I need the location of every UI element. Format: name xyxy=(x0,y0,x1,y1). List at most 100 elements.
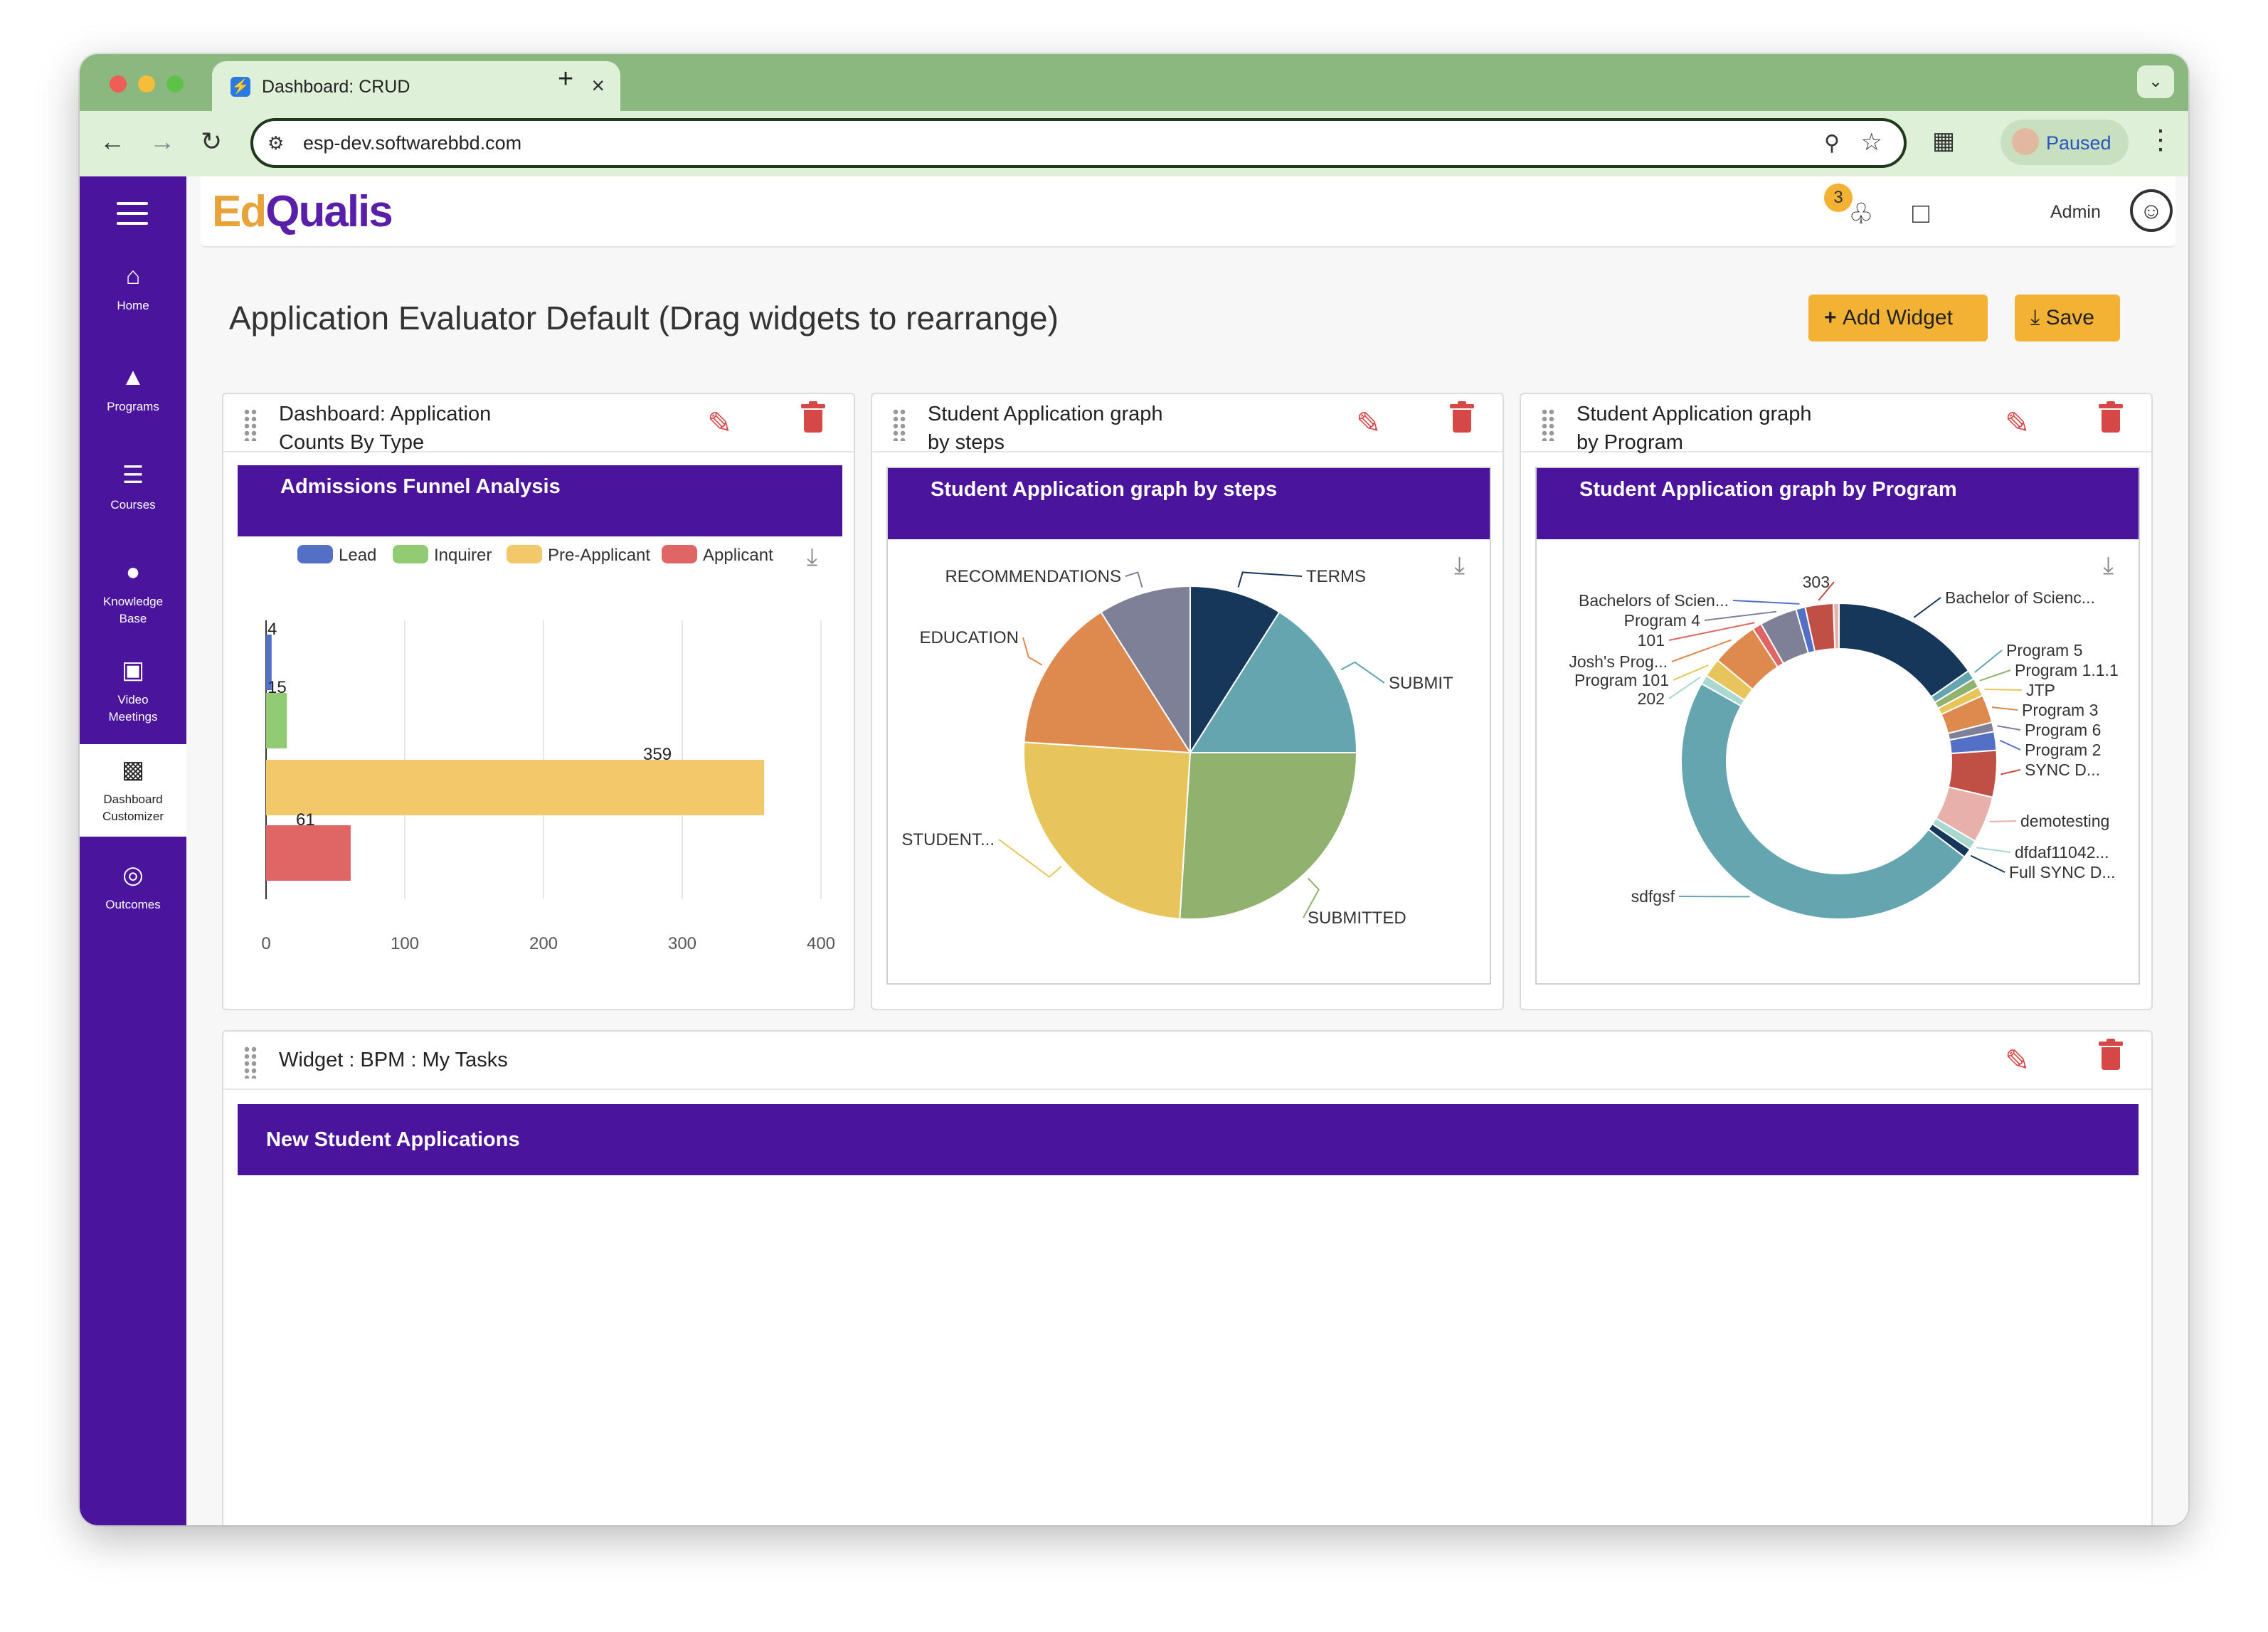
slice-label: Program 6 xyxy=(2025,721,2101,739)
slice-label: STUDENT... xyxy=(901,830,995,849)
profile-status: Paused xyxy=(2046,132,2111,154)
sidebar-item-knowledge-base[interactable]: ● Knowledge Base xyxy=(80,558,186,650)
graduation-cap-icon: ▲ xyxy=(121,364,145,391)
forward-arrow-icon[interactable]: → xyxy=(149,127,175,157)
data-label: 61 xyxy=(296,810,315,830)
drag-handle-icon[interactable] xyxy=(1541,408,1555,441)
edqualis-logo[interactable]: EdQualis xyxy=(212,186,393,237)
label-leader-line xyxy=(1976,847,2011,853)
legend-label: Applicant xyxy=(703,546,773,565)
label-leader-line xyxy=(1974,650,2003,673)
add-widget-label: Add Widget xyxy=(1842,306,1953,329)
hamburger-menu-icon[interactable] xyxy=(117,202,148,226)
chat-icon[interactable]: □ xyxy=(1912,198,1929,230)
legend-swatch xyxy=(507,545,542,563)
logo-text-ed: Ed xyxy=(212,187,267,236)
chart-container: Admissions Funnel Analysis Lead Inquirer P… xyxy=(238,465,842,1000)
drag-handle-icon[interactable] xyxy=(243,408,258,441)
sidebar-item-video-meetings[interactable]: ▣ Video Meetings xyxy=(80,656,186,748)
widget-graph-by-program[interactable]: Student Application graph by Program ✎ S… xyxy=(1520,393,2153,1010)
widget-header: Student Application graph by steps ✎ xyxy=(872,394,1503,454)
widget-bpm-my-tasks[interactable]: Widget : BPM : My Tasks ✎ New Student Ap… xyxy=(222,1030,2153,1525)
video-meeting-icon: ▣ xyxy=(121,657,145,684)
sidebar-item-label: Courses xyxy=(110,498,156,512)
url-text: esp-dev.softwarebbd.com xyxy=(303,132,522,154)
bar-inquirer xyxy=(266,693,287,748)
sidebar-item-label: Dashboard Customizer xyxy=(102,793,164,823)
sidebar-item-outcomes[interactable]: ◎ Outcomes xyxy=(80,861,186,953)
slice-label: JTP xyxy=(2026,681,2055,699)
label-leader-line xyxy=(1991,706,2018,711)
slice-label: Josh's Prog... xyxy=(1569,652,1668,671)
legend-swatch xyxy=(393,545,428,563)
slice-label: 202 xyxy=(1638,689,1665,708)
sidebar-item-home[interactable]: ⌂ Home xyxy=(80,262,186,354)
tab-close-icon[interactable]: × xyxy=(591,73,605,99)
label-leader-line xyxy=(1997,725,2021,731)
widget-title: Student Application graph by Program xyxy=(1577,403,1812,454)
legend-swatch xyxy=(662,545,697,563)
label-leader-line xyxy=(1913,597,1941,618)
tab-search-chevron-icon[interactable]: ⌄ xyxy=(2137,65,2174,98)
profile-button[interactable]: Paused xyxy=(2001,120,2129,165)
app-header: EdQualis ♧ 3 □ Admin ☺ xyxy=(201,176,2176,248)
program-donut-chart: Bachelor of Scienc... Program 5 Program 1.… xyxy=(1569,573,2119,920)
widget-title: Widget : BPM : My Tasks xyxy=(279,1049,508,1071)
page-title: Application Evaluator Default (Drag widg… xyxy=(229,300,1059,337)
sidebar-item-label: Video Meetings xyxy=(108,693,158,724)
browser-menu-icon[interactable]: ⋮ xyxy=(2147,124,2174,156)
delete-trash-icon[interactable] xyxy=(2099,1039,2123,1071)
label-leader-line xyxy=(1984,688,2023,691)
widget-application-counts[interactable]: Dashboard: Application Counts By Type ✎ … xyxy=(222,393,855,1010)
bell-icon[interactable]: ♧ xyxy=(1848,198,1874,231)
reload-icon[interactable]: ↻ xyxy=(201,127,222,157)
label-leader-line xyxy=(2001,769,2021,775)
edit-pencil-icon[interactable]: ✎ xyxy=(2005,406,2030,440)
extensions-puzzle-icon[interactable]: ▦ xyxy=(1932,127,1955,155)
key-icon[interactable]: ⚲ xyxy=(1824,131,1840,156)
plus-icon: + xyxy=(1824,306,1843,329)
label-leader-line xyxy=(1979,669,2011,682)
maximize-window-button[interactable] xyxy=(166,75,184,92)
widget-graph-by-steps[interactable]: Student Application graph by steps ✎ Stu… xyxy=(871,393,1504,1010)
bar-pre-applicant xyxy=(266,760,765,815)
slice-label: SUBMIT xyxy=(1389,674,1453,693)
target-icon: ◎ xyxy=(122,862,144,889)
new-tab-icon[interactable]: + xyxy=(558,64,573,95)
edit-pencil-icon[interactable]: ✎ xyxy=(707,406,732,440)
chart-title-band: Student Application graph by steps xyxy=(888,468,1490,539)
save-button[interactable]: ⤓ Save xyxy=(2015,295,2120,341)
slice-label: Program 3 xyxy=(2022,701,2098,719)
slice-label: Bachelors of Scien... xyxy=(1579,591,1729,610)
edit-pencil-icon[interactable]: ✎ xyxy=(1356,406,1381,440)
tasks-band: New Student Applications xyxy=(238,1104,2139,1175)
user-avatar-icon[interactable]: ☺ xyxy=(2130,189,2173,232)
delete-trash-icon[interactable] xyxy=(801,401,825,434)
bookmark-star-icon[interactable]: ☆ xyxy=(1861,128,1882,157)
delete-trash-icon[interactable] xyxy=(2099,401,2123,434)
sidebar-item-courses[interactable]: ☰ Courses xyxy=(80,461,186,553)
close-window-button[interactable] xyxy=(110,75,127,92)
add-widget-button[interactable]: + Add Widget xyxy=(1808,295,1988,341)
site-settings-icon[interactable]: ⚙ xyxy=(267,132,284,154)
slice-label: demotesting xyxy=(2020,812,2109,830)
donut-slice xyxy=(1838,602,1970,698)
minimize-window-button[interactable] xyxy=(138,75,155,92)
address-bar[interactable]: ⚙ esp-dev.softwarebbd.com ⚲ ☆ xyxy=(250,118,1907,168)
slice-label: Program 1.1.1 xyxy=(2015,661,2119,679)
logo-text-qualis: Qualis xyxy=(265,187,393,236)
label-leader-line xyxy=(1999,739,2021,751)
delete-trash-icon[interactable] xyxy=(1450,401,1474,434)
label-leader-line xyxy=(1970,854,2005,873)
chart-container: Student Application graph by Program ⤓ B… xyxy=(1535,467,2140,985)
x-tick-label: 400 xyxy=(807,934,835,953)
sidebar-item-programs[interactable]: ▲ Programs xyxy=(80,363,186,455)
drag-handle-icon[interactable] xyxy=(892,408,906,441)
sidebar-item-dashboard-customizer[interactable]: ▩ Dashboard Customizer xyxy=(80,744,186,837)
data-label: 4 xyxy=(267,620,277,639)
edit-pencil-icon[interactable]: ✎ xyxy=(2005,1043,2030,1078)
back-arrow-icon[interactable]: ← xyxy=(100,127,125,157)
steps-pie-chart: TERMS SUBMIT SUBMITTED STUDENT... EDUCATION R… xyxy=(901,567,1453,928)
drag-handle-icon[interactable] xyxy=(243,1046,258,1079)
browser-window: ⚡ Dashboard: CRUD × + ⌄ ← → ↻ ⚙ esp-dev.… xyxy=(80,54,2188,1525)
